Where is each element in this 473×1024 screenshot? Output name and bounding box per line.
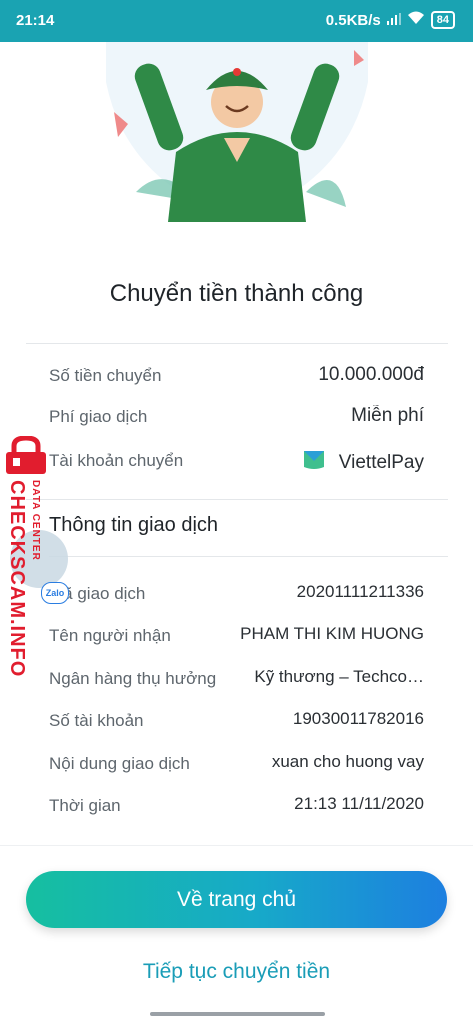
message-row: Nội dung giao dịch xuan cho huong vay bbox=[49, 748, 424, 778]
success-illustration bbox=[106, 42, 368, 222]
gesture-bar[interactable] bbox=[150, 1012, 325, 1016]
fee-row: Phí giao dịch Miễn phí bbox=[49, 401, 424, 431]
message-value: xuan cho huong vay bbox=[271, 752, 424, 771]
viettelpay-label: ViettelPay bbox=[338, 452, 424, 474]
viettelpay-icon bbox=[301, 449, 327, 477]
bank-label: Ngân hàng thụ hưởng bbox=[49, 669, 217, 688]
fee-label: Phí giao dịch bbox=[49, 407, 148, 426]
amount-row: Số tiền chuyển 10.000.000đ bbox=[49, 360, 424, 390]
network-speed: 0.5KB/s bbox=[325, 11, 381, 29]
watermark-text: CHECKSCAM.INFO bbox=[6, 480, 28, 678]
watermark-lock-icon bbox=[4, 435, 48, 481]
wifi-icon bbox=[407, 11, 425, 29]
account-number-row: Số tài khoản 19030011782016 bbox=[49, 705, 424, 735]
signal-icon bbox=[386, 12, 401, 29]
zalo-badge: Zalo bbox=[41, 582, 69, 604]
recipient-row: Tên người nhận PHAM THI KIM HUONG bbox=[49, 620, 424, 650]
divider bbox=[49, 556, 448, 557]
status-time: 21:14 bbox=[16, 12, 55, 29]
page-title: Chuyển tiền thành công bbox=[109, 280, 364, 307]
source-account-row: Tài khoản chuyển ViettelPay bbox=[49, 445, 424, 475]
time-value: 21:13 11/11/2020 bbox=[294, 794, 424, 813]
continue-transfer-link[interactable]: Tiếp tục chuyển tiền bbox=[0, 960, 473, 984]
divider bbox=[26, 343, 448, 344]
amount-label: Số tiền chuyển bbox=[49, 366, 162, 385]
message-label: Nội dung giao dịch bbox=[49, 754, 190, 773]
amount-value: 10.000.000đ bbox=[318, 364, 424, 385]
source-account-label: Tài khoản chuyển bbox=[49, 451, 184, 470]
status-bar: 21:14 0.5KB/s 84 bbox=[0, 0, 473, 42]
divider bbox=[0, 845, 473, 846]
watermark-subtext: DATA CENTER bbox=[30, 480, 41, 561]
fee-value: Miễn phí bbox=[351, 405, 424, 426]
source-account-value: ViettelPay bbox=[301, 449, 424, 477]
transaction-id-value: 20201111211336 bbox=[296, 582, 424, 601]
bank-value: Kỹ thương – Techco… bbox=[254, 667, 424, 686]
home-button[interactable]: Về trang chủ bbox=[26, 871, 447, 928]
divider bbox=[26, 499, 448, 500]
recipient-value: PHAM THI KIM HUONG bbox=[240, 624, 424, 643]
time-row: Thời gian 21:13 11/11/2020 bbox=[49, 790, 424, 820]
transaction-id-row: Mã giao dịch 20201111211336 bbox=[49, 578, 424, 608]
status-icons: 0.5KB/s 84 bbox=[326, 11, 455, 29]
battery-indicator: 84 bbox=[430, 11, 455, 29]
account-number-label: Số tài khoản bbox=[49, 711, 144, 730]
transaction-info-heading: Thông tin giao dịch bbox=[49, 514, 219, 536]
time-label: Thời gian bbox=[49, 796, 121, 815]
account-number-value: 19030011782016 bbox=[292, 709, 424, 728]
recipient-label: Tên người nhận bbox=[49, 626, 171, 645]
bank-row: Ngân hàng thụ hưởng Kỹ thương – Techco… bbox=[49, 663, 424, 693]
